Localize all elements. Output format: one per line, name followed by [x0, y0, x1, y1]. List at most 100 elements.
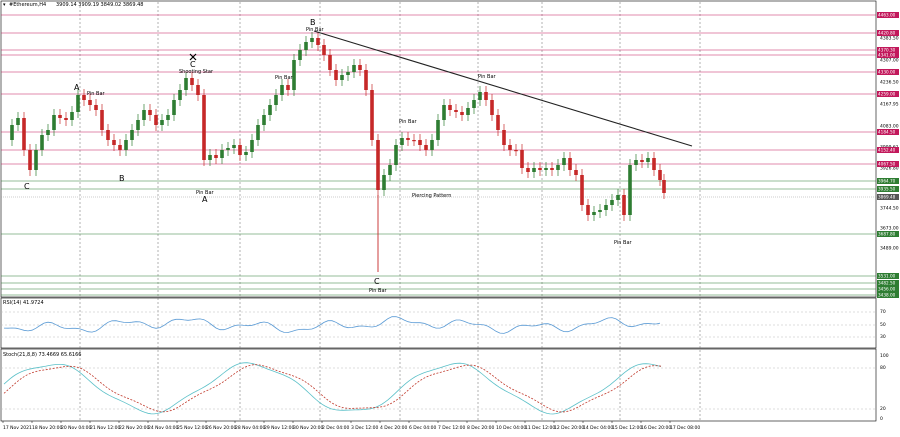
candle-body	[430, 140, 434, 150]
candle-body	[88, 100, 92, 105]
candle-body	[460, 112, 464, 115]
candle-body	[520, 150, 524, 168]
candle-body	[550, 168, 554, 170]
annotation-wave-b: B	[119, 174, 125, 183]
candle-body	[40, 135, 44, 150]
candle-body	[28, 150, 32, 170]
candle-body	[136, 120, 140, 130]
candle-body	[94, 105, 98, 110]
candle-body	[328, 55, 332, 70]
price-tick-label: 4383.50	[880, 36, 899, 42]
resistance-price-tag-label: 4152.40	[878, 148, 896, 153]
time-tick-label: 20 Nov 04:00	[61, 425, 91, 431]
candle-body	[322, 45, 326, 55]
candle-body	[538, 168, 542, 170]
annotation-wave-a: A	[202, 195, 208, 204]
chart-window[interactable]: ▾ #Ethereum,H4 3909.14 3909.19 3849.02 3…	[0, 0, 900, 433]
time-tick-label: 22 Nov 20:00	[119, 425, 149, 431]
candle-body	[376, 140, 380, 190]
price-tick-label: 3489.00	[880, 246, 899, 252]
candle-body	[124, 140, 128, 150]
candle-body	[154, 115, 158, 125]
candle-body	[70, 112, 74, 120]
candle-body	[160, 120, 164, 125]
candle-body	[412, 140, 416, 142]
candle-body	[502, 130, 506, 145]
rsi-level-70: 70	[880, 309, 886, 315]
candle-body	[46, 130, 50, 135]
candle-body	[662, 180, 666, 193]
candle-body	[478, 92, 482, 100]
candle-body	[646, 158, 650, 162]
annotation-wave-c: C	[190, 60, 196, 69]
candle-body	[610, 200, 614, 205]
resistance-price-tag-label: 4463.00	[878, 13, 896, 18]
candle-body	[202, 95, 206, 160]
candle-body	[190, 78, 194, 85]
candle-body	[580, 175, 584, 205]
time-tick-label: 26 Nov 20:00	[206, 425, 236, 431]
candle-body	[316, 38, 320, 45]
candle-body	[532, 168, 536, 172]
candle-body	[346, 72, 350, 75]
annotation-wave-b: B	[310, 18, 316, 27]
candle-body	[418, 140, 422, 145]
candle-body	[268, 105, 272, 115]
candle-body	[238, 145, 242, 155]
support-price-tag-label: 3687.80	[878, 232, 896, 237]
time-tick-label: 24 Nov 04:00	[148, 425, 178, 431]
chart-canvas[interactable]: ▾ #Ethereum,H4 3909.14 3909.19 3849.02 3…	[0, 0, 900, 433]
annotation-pin-bar: Pin Bar	[478, 74, 497, 80]
annotation-piercing-pattern: Piercing Pattern	[412, 193, 451, 199]
candle-body	[178, 90, 182, 100]
support-price-tag-label: 3456.00	[878, 287, 896, 292]
candle-body	[388, 165, 392, 175]
candle-body	[442, 105, 446, 120]
candle-body	[394, 145, 398, 165]
candle-body	[112, 140, 116, 145]
support-price-tag-label: 3438.00	[878, 293, 896, 298]
candle-body	[292, 60, 296, 90]
annotation-pin-bar: Pin Bar	[275, 75, 294, 81]
candle-body	[196, 85, 200, 95]
candle-body	[544, 168, 548, 170]
price-tick-label: 4307.00	[880, 58, 899, 64]
candle-body	[592, 212, 596, 215]
candle-body	[304, 42, 308, 50]
candle-body	[148, 110, 152, 115]
time-tick-label: 2 Dec 04:00	[322, 425, 350, 431]
time-tick-label: 30 Nov 20:00	[293, 425, 323, 431]
candle-body	[604, 205, 608, 210]
symbol-label: #Ethereum,H4	[9, 2, 46, 8]
candle-body	[496, 115, 500, 130]
candle-body	[556, 165, 560, 170]
candle-body	[598, 210, 602, 212]
candle-body	[352, 65, 356, 72]
time-tick-label: 12 Dec 20:00	[554, 425, 584, 431]
candle-body	[10, 125, 14, 140]
candle-body	[34, 150, 38, 170]
candle-body	[82, 95, 86, 100]
candle-body	[562, 158, 566, 165]
candle-body	[130, 130, 134, 140]
candle-body	[244, 152, 248, 155]
resistance-price-tag-label: 4330.00	[878, 70, 896, 75]
candle-body	[262, 115, 266, 125]
rsi-label: RSI(14) 41.9724	[3, 300, 44, 306]
candle-body	[280, 85, 284, 95]
annotation-shooting-star: Shooting Star	[179, 69, 214, 75]
time-tick-label: 21 Nov 12:00	[90, 425, 120, 431]
candle-body	[22, 118, 26, 150]
time-tick-label: 11 Dec 12:00	[525, 425, 555, 431]
candle-body	[622, 195, 626, 215]
rsi-level-30: 30	[880, 334, 886, 340]
time-tick-label: 25 Nov 12:00	[177, 425, 207, 431]
candle-body	[310, 38, 314, 42]
candle-body	[214, 155, 218, 158]
candle-body	[64, 118, 68, 120]
candle-body	[106, 130, 110, 140]
candle-body	[472, 100, 476, 108]
candle-body	[454, 110, 458, 112]
stoch-level-0: 0	[880, 416, 883, 422]
candle-body	[16, 118, 20, 125]
